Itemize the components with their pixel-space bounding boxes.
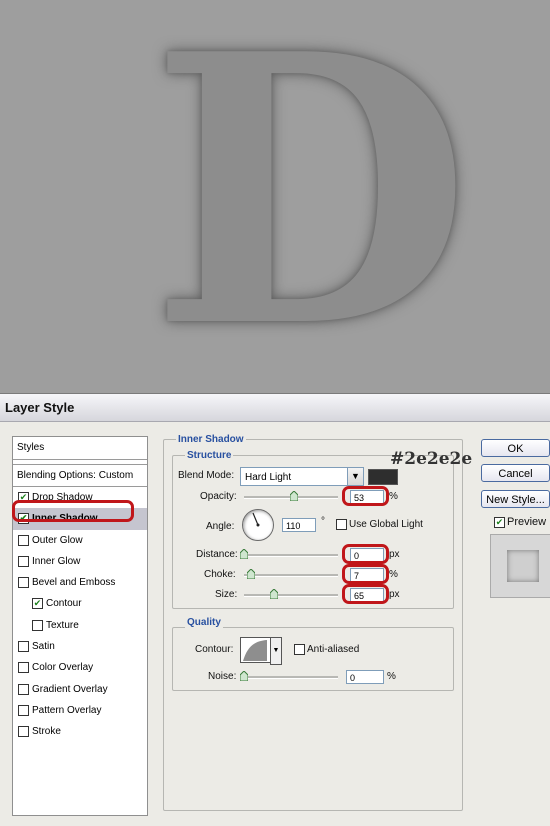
style-item-label: Contour [46, 598, 82, 610]
style-item-satin[interactable]: Satin [13, 636, 147, 657]
style-item-outer-glow[interactable]: Outer Glow [13, 530, 147, 551]
style-item-label: Gradient Overlay [32, 683, 108, 695]
size-slider[interactable] [244, 594, 338, 597]
style-item-label: Inner Glow [32, 555, 81, 567]
use-global-light-checkbox[interactable] [336, 519, 347, 530]
dialog-title: Layer Style [5, 400, 75, 415]
angle-unit: ° [321, 516, 325, 527]
contour-dropdown-button[interactable]: ▼ [270, 637, 282, 665]
style-checkbox-satin[interactable] [18, 641, 29, 653]
size-slider-thumb[interactable] [270, 589, 278, 599]
style-checkbox-texture[interactable] [32, 619, 43, 631]
style-item-contour[interactable]: ✔ Contour [13, 593, 147, 614]
choke-label: Choke: [204, 569, 236, 580]
style-preview-square [507, 550, 539, 582]
size-unit: px [389, 589, 400, 600]
style-item-label: Outer Glow [32, 534, 83, 546]
choke-unit: % [389, 569, 398, 580]
styles-panel: Styles Blending Options: Custom ✔ Drop Sh… [12, 436, 148, 816]
inner-shadow-title: Inner Shadow [176, 434, 246, 445]
style-item-inner-glow[interactable]: Inner Glow [13, 551, 147, 572]
angle-input[interactable]: 110 [282, 518, 316, 532]
blend-mode-value: Hard Light [245, 472, 292, 483]
noise-label: Noise: [208, 671, 237, 682]
distance-slider[interactable] [242, 554, 338, 557]
style-item-label: Pattern Overlay [32, 704, 102, 716]
size-label: Size: [215, 589, 238, 600]
blending-options-item[interactable]: Blending Options: Custom [13, 464, 147, 487]
highlight-distance [342, 544, 389, 564]
style-checkbox-pattern-overlay[interactable] [18, 704, 29, 716]
distance-slider-thumb[interactable] [240, 549, 248, 559]
style-item-bevel-and-emboss[interactable]: Bevel and Emboss [13, 572, 147, 593]
style-item-stroke[interactable]: Stroke [13, 721, 147, 742]
style-item-label: Satin [32, 641, 55, 653]
chevron-down-icon: ▼ [347, 468, 363, 485]
highlight-opacity [342, 486, 389, 506]
style-item-label: Bevel and Emboss [32, 577, 116, 589]
color-annotation: #2e2e2e [390, 449, 473, 469]
style-checkbox-bevel-and-emboss[interactable] [18, 577, 29, 589]
opacity-slider-thumb[interactable] [290, 491, 298, 501]
structure-title: Structure [185, 450, 234, 461]
highlight-choke [342, 564, 389, 584]
style-item-label: Color Overlay [32, 662, 94, 674]
layer-style-dialog: Layer Style Styles Blending Options: Cus… [0, 393, 550, 826]
anti-aliased-checkbox[interactable] [294, 644, 305, 655]
noise-slider[interactable] [242, 676, 338, 679]
new-style-button[interactable]: New Style... [481, 490, 550, 508]
choke-slider[interactable] [244, 574, 338, 577]
style-item-label: Texture [46, 619, 79, 631]
distance-unit: px [389, 549, 400, 560]
cancel-button[interactable]: Cancel [481, 464, 550, 482]
style-item-gradient-overlay[interactable]: Gradient Overlay [13, 679, 147, 700]
highlight-size [342, 584, 389, 604]
style-checkbox-outer-glow[interactable] [18, 534, 29, 546]
ok-button[interactable]: OK [481, 439, 550, 457]
anti-aliased-label: Anti-aliased [307, 644, 360, 655]
highlight-inner-shadow [12, 500, 134, 522]
quality-title: Quality [185, 617, 223, 628]
noise-slider-thumb[interactable] [240, 671, 248, 681]
style-checkbox-stroke[interactable] [18, 726, 29, 738]
choke-slider-thumb[interactable] [247, 569, 255, 579]
use-global-light-label: Use Global Light [349, 519, 423, 530]
style-checkbox-contour[interactable]: ✔ [32, 598, 43, 610]
opacity-label: Opacity: [200, 491, 237, 502]
style-checkbox-color-overlay[interactable] [18, 662, 29, 674]
style-item-label: Stroke [32, 726, 61, 738]
noise-input[interactable]: 0 [346, 670, 384, 684]
style-preview-thumbnail [490, 534, 550, 598]
style-checkbox-gradient-overlay[interactable] [18, 683, 29, 695]
styles-list: ✔ Drop Shadow ✔ Inner Shadow Outer Glow Inner… [13, 487, 147, 743]
canvas-letter: D [150, 0, 471, 393]
contour-label: Contour: [195, 644, 234, 655]
distance-label: Distance: [196, 549, 238, 560]
preview-label: Preview [507, 516, 547, 528]
style-item-color-overlay[interactable]: Color Overlay [13, 657, 147, 678]
angle-label: Angle: [206, 521, 235, 532]
opacity-unit: % [389, 491, 398, 502]
shadow-color-swatch[interactable] [368, 469, 398, 485]
contour-picker[interactable] [240, 637, 272, 663]
document-canvas: D [0, 0, 550, 393]
style-item-pattern-overlay[interactable]: Pattern Overlay [13, 700, 147, 721]
style-item-texture[interactable]: Texture [13, 615, 147, 636]
preview-checkbox[interactable]: ✔ [494, 517, 505, 528]
noise-unit: % [387, 671, 396, 682]
style-checkbox-inner-glow[interactable] [18, 555, 29, 567]
angle-dial[interactable] [242, 509, 274, 541]
styles-header[interactable]: Styles [13, 437, 147, 460]
blend-mode-select[interactable]: Hard Light ▼ [240, 467, 364, 486]
dialog-titlebar[interactable]: Layer Style [0, 394, 550, 422]
blend-mode-label: Blend Mode: [178, 470, 235, 481]
